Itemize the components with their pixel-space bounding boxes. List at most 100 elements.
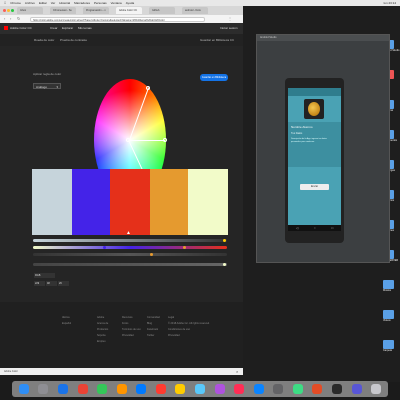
xcode-icon[interactable] <box>312 384 323 394</box>
wheel-handle-base[interactable] <box>126 138 130 142</box>
wheel-handle[interactable] <box>163 138 167 142</box>
menu-ventana[interactable]: Ventana <box>111 1 122 5</box>
swatch[interactable] <box>150 169 188 235</box>
menu-historial[interactable]: Historial <box>59 1 70 5</box>
desktop-icon[interactable]: Música <box>383 280 394 292</box>
apple-icon[interactable]:  <box>4 1 6 5</box>
recents-icon[interactable]: □ <box>331 226 333 230</box>
rule-select[interactable]: Análogo ▾ <box>33 83 61 89</box>
tab-programacion[interactable]: Programación – x <box>83 7 109 14</box>
music-icon[interactable] <box>234 384 245 394</box>
tab-github[interactable]: Github <box>149 7 175 14</box>
nav-explorar[interactable]: Explorar <box>62 26 73 30</box>
podcasts-icon[interactable] <box>214 384 225 394</box>
menu-marcadores[interactable]: Marcadores <box>74 1 90 5</box>
footer-link[interactable]: Soporte <box>97 334 108 337</box>
safari-icon[interactable] <box>57 384 68 394</box>
android-studio-icon[interactable] <box>292 384 303 394</box>
footer-link[interactable]: Twitter <box>147 334 160 337</box>
notes-icon[interactable] <box>175 384 186 394</box>
footer-col: Comunidad Blog Facebook Twitter <box>147 316 160 340</box>
footer-link[interactable]: Acerca de <box>97 322 108 325</box>
finder-icon[interactable] <box>18 384 29 394</box>
appstore-icon[interactable] <box>253 384 264 394</box>
sign-in-link[interactable]: Iniciar sesión <box>220 26 238 30</box>
brand-title[interactable]: Adobe Color CC <box>10 26 32 30</box>
save-library-button[interactable]: Guardar en Biblioteca <box>200 74 228 81</box>
menu-chrome[interactable]: Chrome <box>10 1 21 5</box>
desktop-icon[interactable]: Videos <box>383 310 394 322</box>
slider-knob[interactable] <box>183 246 186 249</box>
footer-link[interactable]: Foros <box>122 322 141 325</box>
slider-knob[interactable] <box>150 253 153 256</box>
footer-link[interactable]: Empleo <box>97 340 108 343</box>
value-b[interactable]: 26 <box>58 281 69 286</box>
subnav-guardar[interactable]: Guardar en Biblioteca CC <box>200 38 234 42</box>
swatch[interactable] <box>72 169 110 235</box>
download-item[interactable]: Adobe Color <box>4 370 18 373</box>
adobe-logo-icon[interactable] <box>4 26 8 30</box>
close-icon[interactable]: × <box>236 369 238 374</box>
mail-icon[interactable] <box>136 384 147 394</box>
trash-icon[interactable] <box>371 384 382 394</box>
forward-arrow-icon[interactable]: › <box>10 16 11 21</box>
chrome-icon[interactable] <box>77 384 88 394</box>
subnav-rueda[interactable]: Rueda de color <box>34 38 54 42</box>
footer-link[interactable]: Términos de uso <box>122 328 141 331</box>
value-g[interactable]: 48 <box>46 281 57 286</box>
desktop-label: Carpeta <box>383 349 392 352</box>
footer-link[interactable]: Español <box>62 322 71 325</box>
footer-link[interactable]: Privacidad <box>122 334 141 337</box>
menu-archivo[interactable]: Archivo <box>25 1 35 5</box>
menu-dots-icon[interactable]: ⋮ <box>228 16 232 21</box>
address-bar[interactable]: https://color.adobe.com/es/create/color-… <box>30 16 205 22</box>
tab-adobe-color[interactable]: Adobe Color CC <box>116 7 142 14</box>
calendar-icon[interactable] <box>155 384 166 394</box>
footer-link[interactable]: Facebook <box>147 328 160 331</box>
nav-mis-temas[interactable]: Mis temas <box>78 26 92 30</box>
slider[interactable] <box>33 239 227 242</box>
tab-android[interactable]: android - Dots <box>182 7 208 14</box>
maps-icon[interactable] <box>194 384 205 394</box>
send-button[interactable]: Enviar <box>300 184 329 190</box>
minimize-window-icon[interactable] <box>7 9 10 12</box>
menu-ayuda[interactable]: Ayuda <box>126 1 134 5</box>
terminal-icon[interactable] <box>332 384 343 394</box>
close-window-icon[interactable] <box>3 9 6 12</box>
home-icon[interactable]: ○ <box>314 226 316 230</box>
slider[interactable] <box>33 263 227 266</box>
tab-chromecast[interactable]: Chromecast - Su <box>50 7 76 14</box>
slider-knob[interactable] <box>103 246 106 249</box>
back-icon[interactable]: ◁ <box>296 226 298 230</box>
footer-link[interactable]: Blog <box>147 322 160 325</box>
chevron-down-icon: ▾ <box>56 85 58 89</box>
slider[interactable] <box>33 253 227 256</box>
wheel-handle[interactable] <box>146 86 150 90</box>
nav-crear[interactable]: Crear <box>50 26 58 30</box>
footer-link[interactable]: Condiciones de uso <box>168 328 210 331</box>
footer-link[interactable]: Productos <box>97 328 108 331</box>
mode-select[interactable]: RGB <box>34 273 55 278</box>
menu-personas[interactable]: Personas <box>94 1 107 5</box>
back-arrow-icon[interactable]: ‹ <box>4 16 5 21</box>
menu-editar[interactable]: Editar <box>39 1 47 5</box>
settings-icon[interactable] <box>273 384 284 394</box>
swatch[interactable] <box>32 169 72 235</box>
photos-icon[interactable] <box>116 384 127 394</box>
subnav-contraste[interactable]: Prueba de contraste <box>60 38 87 42</box>
slider[interactable] <box>33 246 227 249</box>
launchpad-icon[interactable] <box>38 384 49 394</box>
menu-ver[interactable]: Ver <box>51 1 56 5</box>
messages-icon[interactable] <box>97 384 108 394</box>
folder-icon[interactable] <box>351 384 362 394</box>
tab-inbox[interactable]: Inbox <box>17 7 43 14</box>
swatch[interactable] <box>188 169 228 235</box>
desktop-icon[interactable]: Carpeta <box>383 340 394 352</box>
footer-link[interactable]: Privacidad <box>168 334 210 337</box>
value-r[interactable]: 229 <box>34 281 45 286</box>
zoom-window-icon[interactable] <box>11 9 14 12</box>
slider-knob[interactable] <box>223 263 226 266</box>
slider-knob[interactable] <box>223 239 226 242</box>
reload-icon[interactable]: ↻ <box>17 16 20 21</box>
swatch-selected[interactable] <box>110 169 150 235</box>
